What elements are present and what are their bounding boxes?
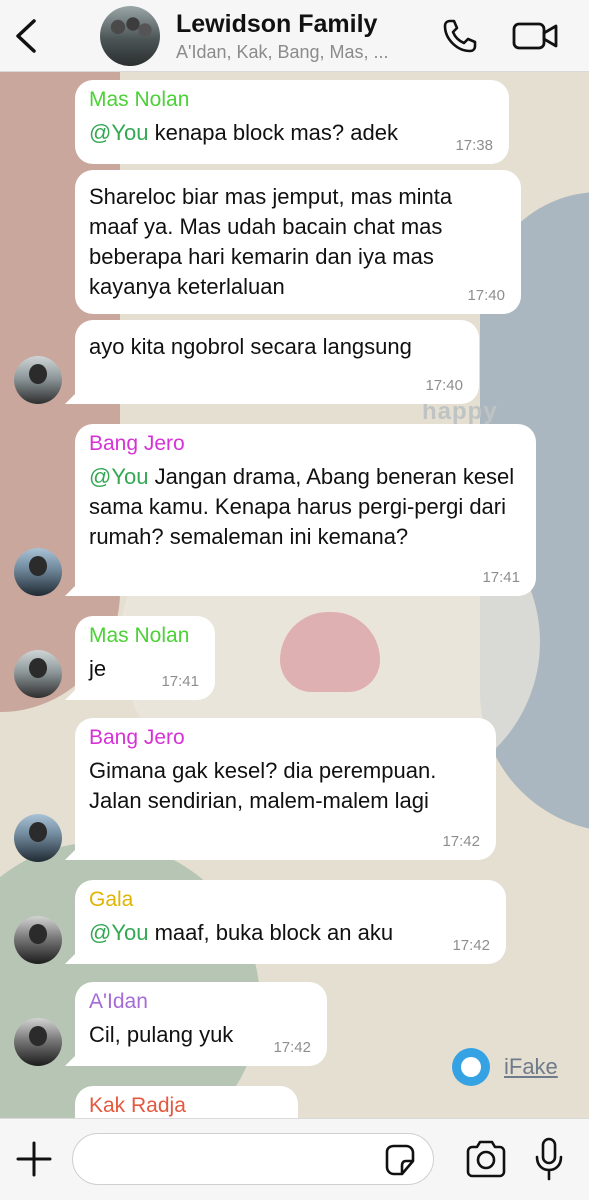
- message-time: 17:38: [455, 137, 493, 154]
- sender-name[interactable]: A'Idan: [89, 990, 313, 1014]
- message-text: ayo kita ngobrol secara langsung: [89, 334, 412, 359]
- message-text: Gimana gak kesel? dia perempuan. Jalan s…: [89, 758, 437, 813]
- sender-name[interactable]: Bang Jero: [89, 726, 482, 750]
- avatar[interactable]: [14, 356, 62, 404]
- message-bubble[interactable]: ayo kita ngobrol secara langsung 17:40: [65, 320, 479, 404]
- avatar[interactable]: [14, 814, 62, 862]
- watermark-text: iFake: [504, 1054, 558, 1079]
- video-call-icon[interactable]: [512, 20, 558, 52]
- ifake-logo-icon: [452, 1048, 490, 1086]
- message-time: 17:42: [273, 1039, 311, 1056]
- group-avatar[interactable]: [100, 6, 160, 66]
- message-text: @You maaf, buka block an aku: [89, 920, 394, 945]
- message-time: 17:41: [161, 673, 199, 690]
- sender-name[interactable]: Mas Nolan: [89, 88, 495, 112]
- message-bubble[interactable]: Gala @You maaf, buka block an aku 17:42: [65, 880, 506, 964]
- mention[interactable]: @You: [89, 464, 148, 489]
- sender-name[interactable]: Bang Jero: [89, 432, 522, 456]
- sender-name[interactable]: Kak Radja: [89, 1094, 284, 1118]
- message-bubble[interactable]: Shareloc biar mas jemput, mas minta maaf…: [75, 170, 521, 314]
- plus-icon[interactable]: [14, 1139, 54, 1179]
- avatar[interactable]: [14, 916, 62, 964]
- message-bubble[interactable]: Mas Nolan je 17:41: [65, 616, 215, 700]
- mention[interactable]: @You: [89, 120, 148, 145]
- mention[interactable]: @You: [89, 920, 148, 945]
- phone-call-icon[interactable]: [442, 18, 478, 54]
- chat-members-subtitle[interactable]: A'Idan, Kak, Bang, Mas, ...: [176, 42, 389, 63]
- message-time: 17:40: [425, 377, 463, 394]
- message-bubble[interactable]: Bang Jero @You Jangan drama, Abang bener…: [65, 424, 536, 596]
- sender-name[interactable]: Mas Nolan: [89, 624, 201, 648]
- camera-icon[interactable]: [464, 1139, 508, 1179]
- message-time: 17:42: [452, 937, 490, 954]
- message-text: @You Jangan drama, Abang beneran kesel s…: [89, 464, 515, 549]
- message-bubble[interactable]: Mas Nolan @You kenapa block mas? adek 17…: [75, 80, 509, 164]
- message-time: 17:40: [467, 287, 505, 304]
- message-bubble[interactable]: Bang Jero Gimana gak kesel? dia perempua…: [65, 718, 496, 860]
- back-arrow-icon[interactable]: [12, 18, 40, 54]
- ifake-watermark: iFake: [452, 1048, 558, 1086]
- message-time: 17:42: [442, 833, 480, 850]
- message-composer: [0, 1118, 589, 1200]
- sticker-icon[interactable]: [382, 1143, 418, 1177]
- sender-name[interactable]: Gala: [89, 888, 492, 912]
- message-input[interactable]: [73, 1134, 433, 1184]
- avatar[interactable]: [14, 650, 62, 698]
- avatar[interactable]: [14, 548, 62, 596]
- message-bubble[interactable]: A'Idan Cil, pulang yuk 17:42: [65, 982, 327, 1066]
- avatar[interactable]: [14, 1018, 62, 1066]
- chat-header: Lewidson Family A'Idan, Kak, Bang, Mas, …: [0, 0, 589, 72]
- microphone-icon[interactable]: [534, 1137, 564, 1181]
- message-text: @You kenapa block mas? adek: [89, 120, 398, 145]
- chat-title[interactable]: Lewidson Family: [176, 10, 377, 39]
- message-time: 17:41: [482, 569, 520, 586]
- message-text: Shareloc biar mas jemput, mas minta maaf…: [89, 184, 453, 299]
- message-input-wrapper: [72, 1133, 434, 1185]
